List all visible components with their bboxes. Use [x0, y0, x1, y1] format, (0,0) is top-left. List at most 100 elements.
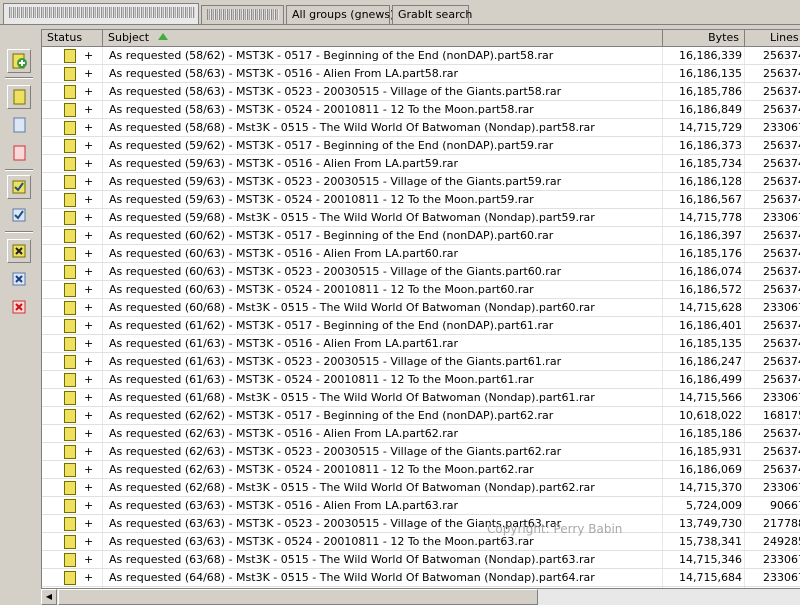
- x-red-button[interactable]: [7, 295, 31, 319]
- table-row[interactable]: + As requested (62/63) - MST3K - 0523 - 2…: [42, 443, 800, 461]
- bytes-cell: 14,715,778: [679, 211, 742, 224]
- table-row[interactable]: + As requested (63/63) - MST3K - 0516 - A…: [42, 497, 800, 515]
- table-row[interactable]: + As requested (62/68) - Mst3K - 0515 - T…: [42, 479, 800, 497]
- lines-cell: 256374: [763, 319, 800, 332]
- add-download-button[interactable]: [7, 49, 31, 73]
- subject-cell: As requested (59/68) - Mst3K - 0515 - Th…: [109, 211, 595, 224]
- article-doc-icon: [64, 391, 76, 405]
- status-mark: +: [84, 247, 94, 260]
- x-red-icon: [12, 300, 26, 314]
- column-subject[interactable]: Subject: [103, 30, 663, 47]
- table-row[interactable]: + As requested (58/68) - Mst3K - 0515 - T…: [42, 119, 800, 137]
- bytes-cell: 16,186,572: [679, 283, 742, 296]
- table-row[interactable]: + As requested (60/68) - Mst3K - 0515 - T…: [42, 299, 800, 317]
- tab-blurred-2[interactable]: [201, 5, 284, 24]
- status-mark: +: [84, 445, 94, 458]
- table-row[interactable]: + As requested (58/63) - MST3K - 0516 - A…: [42, 65, 800, 83]
- bytes-cell: 16,185,786: [679, 85, 742, 98]
- table-row[interactable]: + As requested (63/63) - MST3K - 0524 - 2…: [42, 533, 800, 551]
- status-mark: +: [84, 427, 94, 440]
- x-yellow-button[interactable]: [7, 239, 31, 263]
- subject-cell: As requested (60/63) - MST3K - 0516 - Al…: [109, 247, 459, 260]
- table-row[interactable]: + As requested (61/63) - MST3K - 0524 - 2…: [42, 371, 800, 389]
- lines-cell: 233067: [763, 121, 800, 134]
- table-row[interactable]: + As requested (60/63) - MST3K - 0516 - A…: [42, 245, 800, 263]
- scrollbar-thumb[interactable]: [58, 589, 538, 605]
- column-status[interactable]: Status: [42, 30, 103, 47]
- table-row[interactable]: + As requested (60/62) - MST3K - 0517 - B…: [42, 227, 800, 245]
- x-blue-icon: [12, 272, 26, 286]
- tab-all-groups[interactable]: All groups (gnews): [286, 5, 394, 24]
- article-doc-icon: [64, 553, 76, 567]
- article-list: Status Subject Bytes Lines + As requested…: [41, 29, 800, 605]
- horizontal-scrollbar[interactable]: ◀: [41, 588, 800, 605]
- table-row[interactable]: + As requested (59/62) - MST3K - 0517 - B…: [42, 137, 800, 155]
- status-mark: +: [84, 517, 94, 530]
- subject-cell: As requested (58/68) - Mst3K - 0515 - Th…: [109, 121, 595, 134]
- bytes-cell: 16,186,849: [679, 103, 742, 116]
- lines-cell: 256374: [763, 193, 800, 206]
- table-row[interactable]: + As requested (59/68) - Mst3K - 0515 - T…: [42, 209, 800, 227]
- queue-yellow-button[interactable]: [7, 85, 31, 109]
- table-row[interactable]: + As requested (58/63) - MST3K - 0524 - 2…: [42, 101, 800, 119]
- queue-red-button[interactable]: [7, 141, 31, 165]
- table-row[interactable]: + As requested (58/62) - MST3K - 0517 - B…: [42, 47, 800, 65]
- scroll-left-button[interactable]: ◀: [41, 589, 57, 605]
- lines-cell: 256374: [763, 103, 800, 116]
- check-blue-button[interactable]: [7, 203, 31, 227]
- table-row[interactable]: + As requested (59/63) - MST3K - 0523 - 2…: [42, 173, 800, 191]
- status-mark: +: [84, 535, 94, 548]
- table-row[interactable]: + As requested (64/68) - Mst3K - 0515 - T…: [42, 569, 800, 587]
- subject-cell: As requested (62/62) - MST3K - 0517 - Be…: [109, 409, 554, 422]
- bytes-cell: 16,186,567: [679, 193, 742, 206]
- status-cell: +: [42, 299, 103, 317]
- status-cell: +: [42, 353, 103, 371]
- check-yellow-button[interactable]: [7, 175, 31, 199]
- toolbar-separator: [5, 77, 33, 79]
- status-mark: +: [84, 211, 94, 224]
- table-row[interactable]: + As requested (62/63) - MST3K - 0524 - 2…: [42, 461, 800, 479]
- status-mark: +: [84, 157, 94, 170]
- table-row[interactable]: + As requested (62/63) - MST3K - 0516 - A…: [42, 425, 800, 443]
- table-row[interactable]: + As requested (61/63) - MST3K - 0516 - A…: [42, 335, 800, 353]
- article-doc-icon: [64, 373, 76, 387]
- bytes-cell: 15,738,341: [679, 535, 742, 548]
- article-doc-icon: [64, 571, 76, 585]
- status-mark: +: [84, 571, 94, 584]
- table-row[interactable]: + As requested (59/63) - MST3K - 0524 - 2…: [42, 191, 800, 209]
- table-row[interactable]: + As requested (63/63) - MST3K - 0523 - 2…: [42, 515, 800, 533]
- queue-blue-button[interactable]: [7, 113, 31, 137]
- table-row[interactable]: + As requested (58/63) - MST3K - 0523 - 2…: [42, 83, 800, 101]
- status-cell: +: [42, 47, 103, 65]
- table-row[interactable]: + As requested (60/63) - MST3K - 0524 - 2…: [42, 281, 800, 299]
- table-row[interactable]: + As requested (62/62) - MST3K - 0517 - B…: [42, 407, 800, 425]
- lines-cell: 256374: [763, 445, 800, 458]
- lines-cell: 233067: [763, 301, 800, 314]
- table-row[interactable]: + As requested (61/68) - Mst3K - 0515 - T…: [42, 389, 800, 407]
- status-cell: +: [42, 317, 103, 335]
- table-row[interactable]: + As requested (60/63) - MST3K - 0523 - 2…: [42, 263, 800, 281]
- sort-ascending-arrow-icon: [157, 33, 168, 40]
- table-row[interactable]: + As requested (61/62) - MST3K - 0517 - B…: [42, 317, 800, 335]
- x-blue-button[interactable]: [7, 267, 31, 291]
- tab-blurred-1[interactable]: [3, 3, 199, 25]
- check-blue-icon: [12, 208, 26, 222]
- lines-cell: 256374: [763, 157, 800, 170]
- column-bytes[interactable]: Bytes: [663, 30, 745, 47]
- table-row[interactable]: + As requested (63/68) - Mst3K - 0515 - T…: [42, 551, 800, 569]
- tab-divider: [0, 24, 800, 25]
- tab-grabit-search[interactable]: GrabIt search: [392, 5, 472, 24]
- status-cell: +: [42, 101, 103, 119]
- bytes-cell: 16,185,176: [679, 247, 742, 260]
- article-doc-icon: [64, 265, 76, 279]
- lines-cell: 256374: [763, 139, 800, 152]
- subject-cell: As requested (63/63) - MST3K - 0516 - Al…: [109, 499, 459, 512]
- table-row[interactable]: + As requested (59/63) - MST3K - 0516 - A…: [42, 155, 800, 173]
- status-cell: +: [42, 479, 103, 497]
- bytes-cell: 14,715,684: [679, 571, 742, 584]
- table-row[interactable]: + As requested (61/63) - MST3K - 0523 - 2…: [42, 353, 800, 371]
- status-mark: +: [84, 193, 94, 206]
- lines-cell: 90667: [770, 499, 800, 512]
- lines-cell: 249285: [763, 535, 800, 548]
- column-lines[interactable]: Lines: [745, 30, 800, 47]
